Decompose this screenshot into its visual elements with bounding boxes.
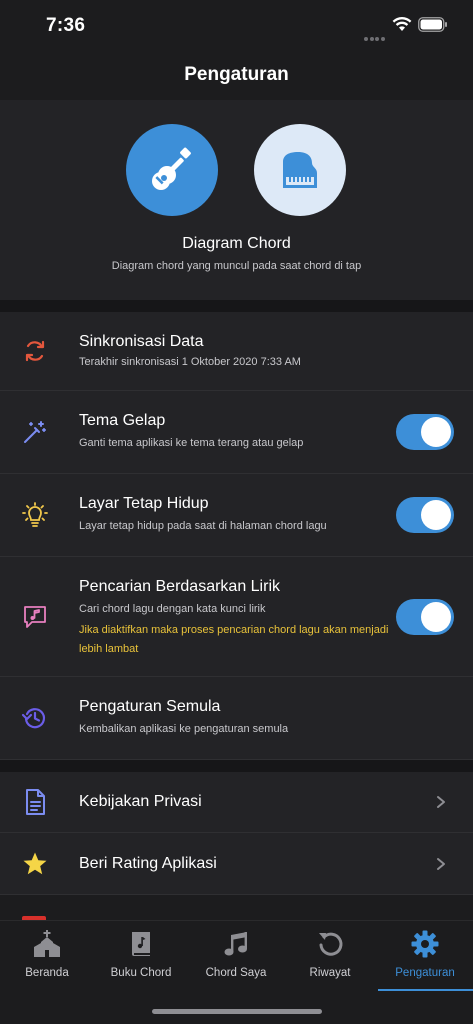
chord-diagram-section: Diagram Chord Diagram chord yang muncul … xyxy=(0,100,473,300)
tab-label: Riwayat xyxy=(309,967,351,979)
battery-icon xyxy=(418,17,447,32)
sync-title: Sinkronisasi Data xyxy=(79,333,204,350)
keep-screen-on-subtitle: Layar tetap hidup pada saat di halaman c… xyxy=(79,520,327,532)
chord-diagram-title: Diagram Chord xyxy=(182,235,291,252)
lyrics-search-icon xyxy=(20,602,50,632)
star-icon xyxy=(20,849,50,879)
settings-row-lyrics-search: Pencarian Berdasarkan Lirik Cari chord l… xyxy=(0,557,473,677)
lightbulb-icon xyxy=(20,500,50,530)
sync-subtitle: Terakhir sinkronisasi 1 Oktober 2020 7:3… xyxy=(79,356,301,368)
book-icon xyxy=(132,932,150,956)
home-indicator xyxy=(152,1009,322,1014)
reset-subtitle: Kembalikan aplikasi ke pengaturan semula xyxy=(79,723,289,735)
tab-pengaturan[interactable]: Pengaturan xyxy=(378,921,472,991)
sync-icon xyxy=(20,336,50,366)
chevron-right-icon xyxy=(437,796,445,808)
page-title: Pengaturan xyxy=(184,64,289,85)
dark-theme-title: Tema Gelap xyxy=(79,412,166,429)
navigation-header: Pengaturan xyxy=(0,50,473,100)
settings-row-sync[interactable]: Sinkronisasi Data Terakhir sinkronisasi … xyxy=(0,312,473,391)
reset-title: Pengaturan Semula xyxy=(79,698,221,715)
restore-icon xyxy=(20,703,50,733)
cellular-signal-icon xyxy=(364,28,386,41)
history-icon xyxy=(319,932,343,956)
lyrics-search-subtitle: Cari chord lagu dengan kata kunci lirik xyxy=(79,603,266,615)
guitar-icon xyxy=(152,147,191,190)
piano-icon xyxy=(283,152,317,188)
active-tab-indicator xyxy=(378,989,473,991)
privacy-policy-title: Kebijakan Privasi xyxy=(79,793,202,810)
tab-buku-chord[interactable]: Buku Chord xyxy=(94,921,188,991)
section-divider xyxy=(0,300,473,312)
gear-icon xyxy=(411,930,439,958)
music-note-icon xyxy=(224,932,247,956)
settings-row-dark-theme: Tema Gelap Ganti tema aplikasi ke tema t… xyxy=(0,391,473,474)
dark-theme-icon xyxy=(20,417,50,447)
piano-diagram-option[interactable] xyxy=(254,124,346,216)
section-divider xyxy=(0,760,473,772)
status-time: 7:36 xyxy=(46,15,86,36)
tab-chord-saya[interactable]: Chord Saya xyxy=(189,921,283,991)
tab-riwayat[interactable]: Riwayat xyxy=(283,921,377,991)
lyrics-search-toggle[interactable] xyxy=(396,599,454,635)
tab-beranda[interactable]: Beranda xyxy=(0,921,94,991)
document-icon xyxy=(20,787,50,817)
privacy-policy-link[interactable]: Kebijakan Privasi xyxy=(0,772,473,833)
settings-row-reset[interactable]: Pengaturan Semula Kembalikan aplikasi ke… xyxy=(0,677,473,760)
rate-app-link[interactable]: Beri Rating Aplikasi xyxy=(0,833,473,895)
tab-label: Beranda xyxy=(25,967,69,979)
dark-theme-toggle[interactable] xyxy=(396,414,454,450)
tab-label: Chord Saya xyxy=(205,967,267,979)
church-icon xyxy=(34,930,60,957)
dark-theme-subtitle: Ganti tema aplikasi ke tema terang atau … xyxy=(79,437,304,449)
tab-label: Pengaturan xyxy=(395,967,455,979)
keep-screen-on-title: Layar Tetap Hidup xyxy=(79,495,209,512)
status-bar: 7:36 xyxy=(0,0,473,50)
rate-app-title: Beri Rating Aplikasi xyxy=(79,855,217,872)
chord-diagram-subtitle: Diagram chord yang muncul pada saat chor… xyxy=(111,260,362,272)
guitar-diagram-option[interactable] xyxy=(126,124,218,216)
tab-label: Buku Chord xyxy=(110,967,172,979)
settings-row-keep-screen-on: Layar Tetap Hidup Layar tetap hidup pada… xyxy=(0,474,473,557)
lyrics-search-title: Pencarian Berdasarkan Lirik xyxy=(79,578,280,595)
lyrics-search-warning: Jika diaktifkan maka proses pencarian ch… xyxy=(79,624,389,655)
chevron-right-icon xyxy=(437,858,445,870)
wifi-icon xyxy=(392,17,412,31)
keep-screen-on-toggle[interactable] xyxy=(396,497,454,533)
